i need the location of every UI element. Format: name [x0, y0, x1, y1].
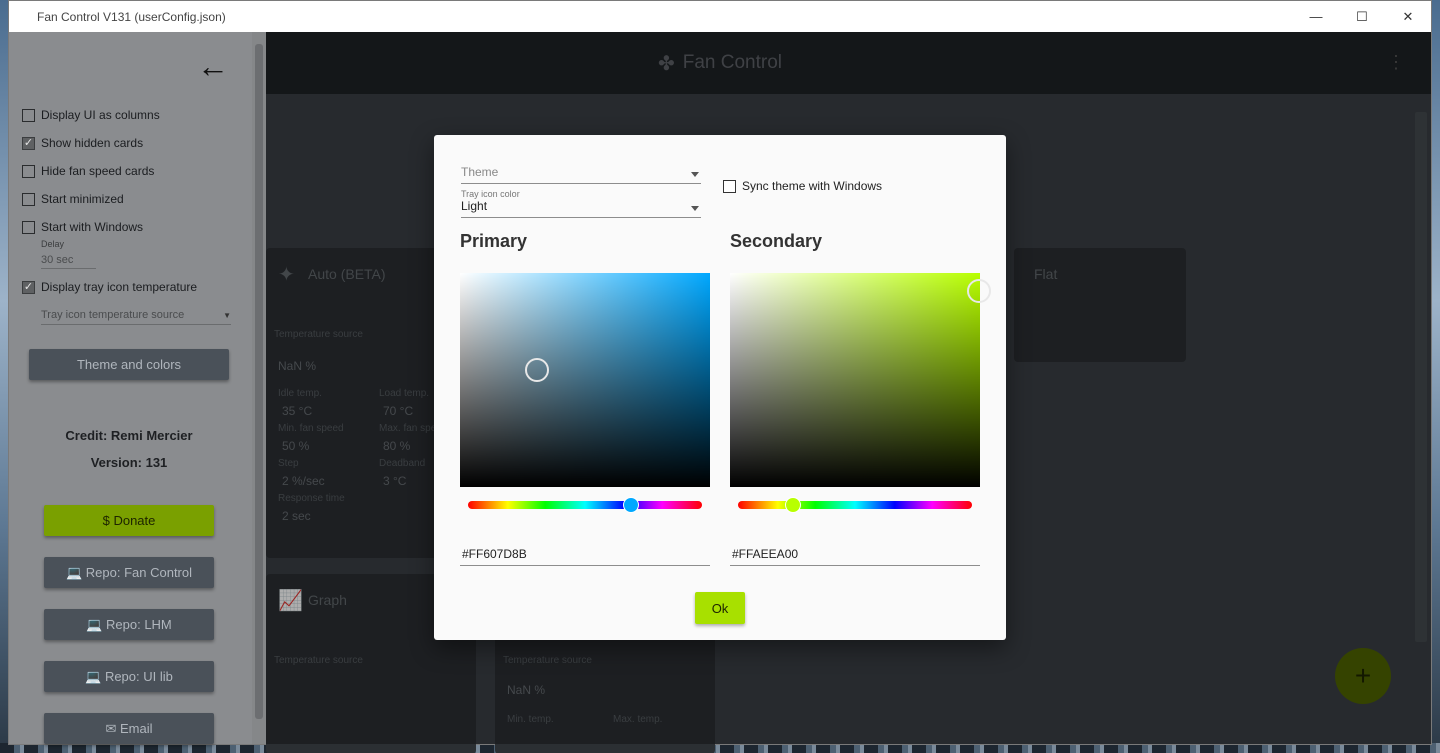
theme-select[interactable]: Theme — [461, 163, 701, 184]
theme-placeholder: Theme — [461, 165, 499, 179]
tray-source-placeholder: Tray icon temperature source — [41, 309, 185, 321]
settings-drawer: ← Display UI as columns ✓ Show hidden car… — [9, 32, 266, 744]
secondary-hue-knob[interactable] — [785, 497, 801, 513]
checkbox-box[interactable]: ✓ — [22, 136, 35, 150]
close-button[interactable]: ✕ — [1385, 1, 1431, 32]
checkbox-show-hidden-cards[interactable]: ✓ Show hidden cards — [22, 136, 143, 150]
checkbox-display-columns[interactable]: Display UI as columns — [22, 108, 160, 122]
checkbox-label: Hide fan speed cards — [41, 164, 155, 178]
email-button[interactable]: ✉ Email — [44, 713, 214, 744]
tray-source-select[interactable]: Tray icon temperature source ▼ — [41, 309, 231, 325]
ok-button[interactable]: Ok — [695, 592, 745, 624]
primary-saturation-picker[interactable] — [460, 273, 710, 487]
back-arrow-icon[interactable]: ← — [197, 50, 229, 82]
secondary-color-thumb[interactable] — [967, 279, 991, 303]
delay-label: Delay — [41, 239, 65, 249]
value-gradient — [730, 273, 980, 487]
checkbox-box[interactable] — [22, 220, 35, 234]
sync-theme-label: Sync theme with Windows — [742, 179, 883, 193]
secondary-hex-input[interactable]: #FFAEEA00 — [730, 547, 980, 566]
checkbox-start-with-windows[interactable]: Start with Windows — [22, 220, 143, 234]
checkbox-tray-temperature[interactable]: ✓ Display tray icon temperature — [22, 280, 197, 294]
drawer-scrollbar-thumb[interactable] — [255, 44, 263, 719]
donate-button[interactable]: $ Donate — [44, 505, 214, 536]
chevron-down-icon: ▼ — [223, 311, 231, 320]
theme-dialog: Theme Tray icon color Light Sync theme w… — [434, 135, 1006, 640]
tray-icon-color-select[interactable]: Tray icon color Light — [461, 189, 701, 218]
chevron-down-icon — [691, 172, 699, 177]
checkbox-box[interactable] — [22, 192, 35, 206]
window-title: Fan Control V131 (userConfig.json) — [37, 9, 226, 24]
credit-text: Credit: Remi Mercier — [65, 428, 193, 443]
checkbox-hide-fan-speed[interactable]: Hide fan speed cards — [22, 164, 154, 178]
version-text: Version: 131 — [90, 455, 168, 470]
title-bar[interactable]: Fan Control V131 (userConfig.json) — ☐ ✕ — [9, 1, 1431, 32]
repo-ui-lib-button[interactable]: 💻 Repo: UI lib — [44, 661, 214, 692]
tray-color-value: Light — [461, 199, 488, 213]
primary-title: Primary — [460, 231, 528, 251]
theme-colors-button[interactable]: Theme and colors — [29, 349, 229, 380]
secondary-saturation-picker[interactable] — [730, 273, 991, 487]
value-gradient — [460, 273, 710, 487]
secondary-hue-slider[interactable] — [738, 497, 972, 513]
repo-fan-control-button[interactable]: 💻 Repo: Fan Control — [44, 557, 214, 588]
secondary-title: Secondary — [730, 231, 823, 251]
checkbox-label: Display tray icon temperature — [41, 280, 198, 294]
drawer-scrollbar[interactable] — [252, 32, 266, 744]
repo-lhm-button[interactable]: 💻 Repo: LHM — [44, 609, 214, 640]
primary-hex-input[interactable]: #FF607D8B — [460, 547, 710, 566]
minimize-button[interactable]: — — [1293, 1, 1339, 32]
chevron-down-icon — [691, 206, 699, 211]
maximize-button[interactable]: ☐ — [1339, 1, 1385, 32]
checkbox-start-minimized[interactable]: Start minimized — [22, 192, 124, 206]
primary-hue-knob[interactable] — [623, 497, 639, 513]
checkbox-box[interactable]: ✓ — [22, 280, 35, 294]
checkbox-box[interactable] — [22, 164, 35, 178]
primary-color-thumb[interactable] — [525, 358, 549, 382]
checkbox-label: Start with Windows — [41, 220, 144, 234]
tray-color-label: Tray icon color — [461, 189, 520, 199]
checkbox-box[interactable] — [22, 108, 35, 122]
checkbox-label: Start minimized — [41, 192, 124, 206]
delay-input[interactable]: 30 sec — [41, 254, 96, 269]
checkbox-label: Show hidden cards — [41, 136, 144, 150]
checkbox-label: Display UI as columns — [41, 108, 160, 122]
sync-theme-checkbox[interactable]: Sync theme with Windows — [723, 179, 882, 193]
checkbox-box[interactable] — [723, 179, 736, 193]
primary-hue-slider[interactable] — [468, 497, 702, 513]
